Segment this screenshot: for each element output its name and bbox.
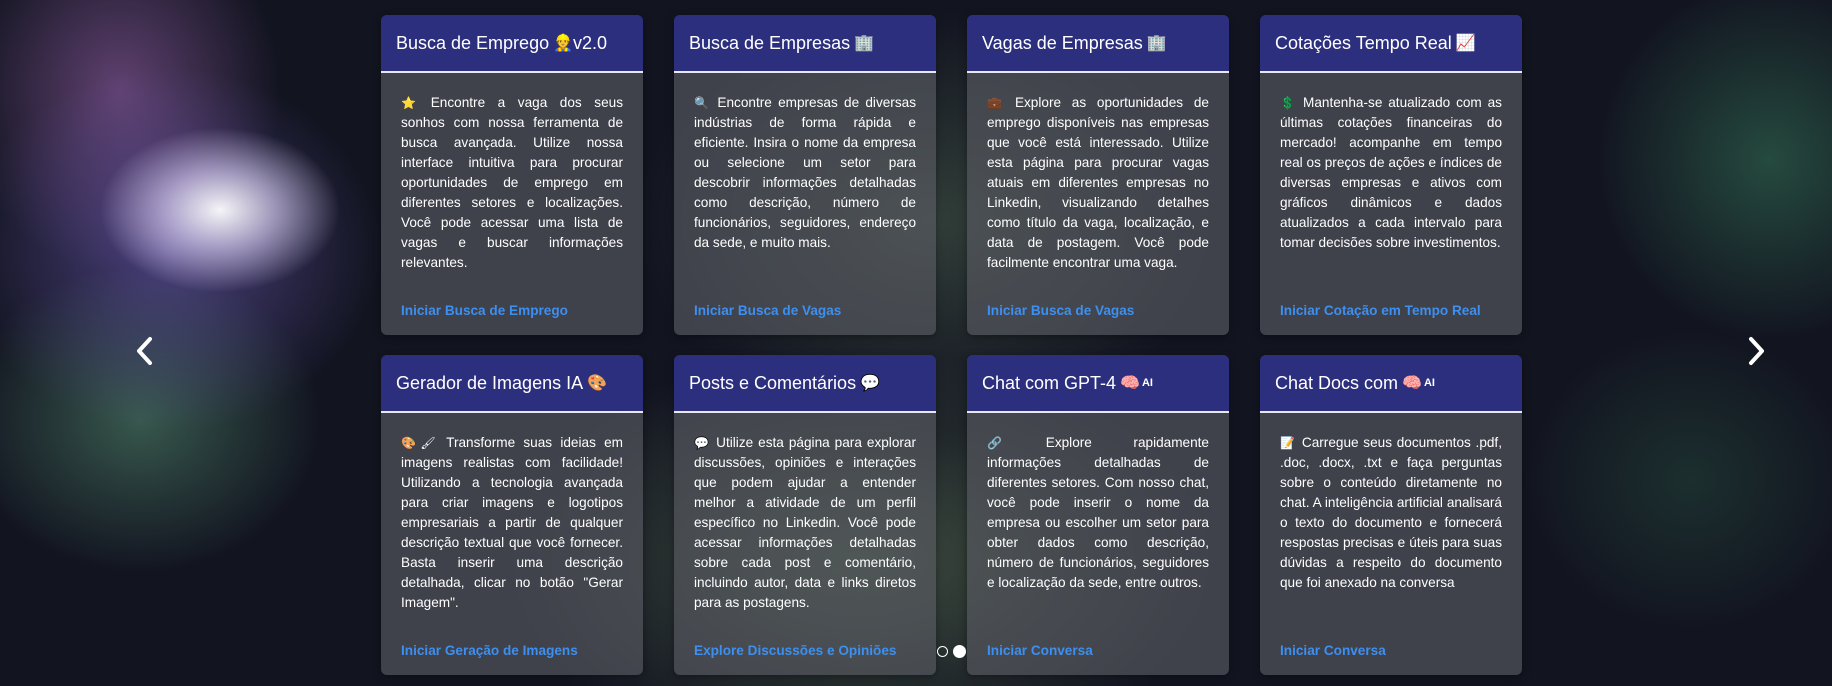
description-text: Utilize esta página para explorar discus… bbox=[694, 435, 916, 610]
start-quotes-link[interactable]: Iniciar Cotação em Tempo Real bbox=[1260, 301, 1522, 321]
card-chat-docs: Chat Docs com 🧠 AI 📝 Carregue seus document… bbox=[1260, 355, 1522, 675]
card-header: Busca de Emprego 👷 v2.0 bbox=[381, 15, 643, 73]
card-header: Chat com GPT-4 🧠 AI bbox=[967, 355, 1229, 413]
card-title: Busca de Empresas bbox=[689, 32, 851, 53]
speech-bubble-icon: 💬 bbox=[694, 436, 711, 450]
version-tag: v2.0 bbox=[573, 32, 608, 53]
card-company-jobs: Vagas de Empresas 🏢 💼 Explore as oportunid… bbox=[967, 15, 1229, 335]
dollar-icon: 💲 bbox=[1280, 96, 1298, 110]
card-description: 🔗 Explore rapidamente informações detalha… bbox=[967, 413, 1229, 641]
card-image-generator: Gerador de Imagens IA 🎨 🎨🖌 Transforme suas… bbox=[381, 355, 643, 675]
card-description: ⭐ Encontre a vaga dos seus sonhos com nos… bbox=[381, 73, 643, 301]
card-header: Vagas de Empresas 🏢 bbox=[967, 15, 1229, 73]
office-building-icon: 🏢 bbox=[854, 35, 874, 52]
start-docs-chat-link[interactable]: Iniciar Conversa bbox=[1260, 641, 1522, 661]
card-title: Gerador de Imagens IA bbox=[396, 372, 584, 393]
card-description: 💲 Mantenha-se atualizado com as últimas c… bbox=[1260, 73, 1522, 301]
description-text: Mantenha-se atualizado com as últimas co… bbox=[1280, 95, 1502, 250]
magnifier-icon: 🔍 bbox=[694, 96, 712, 110]
carousel-indicator-1[interactable] bbox=[937, 646, 948, 657]
card-header: Gerador de Imagens IA 🎨 bbox=[381, 355, 643, 413]
card-realtime-quotes: Cotações Tempo Real 📈 💲 Mantenha-se atuali… bbox=[1260, 15, 1522, 335]
carousel-indicator-2[interactable] bbox=[953, 645, 966, 658]
explore-discussions-link[interactable]: Explore Discussões e Opiniões bbox=[674, 641, 936, 661]
description-text: Explore as oportunidades de emprego disp… bbox=[987, 95, 1209, 270]
card-chat-gpt4: Chat com GPT-4 🧠 AI 🔗 Explore rapidamente i… bbox=[967, 355, 1229, 675]
ai-badge: AI bbox=[1423, 377, 1435, 389]
card-header: Cotações Tempo Real 📈 bbox=[1260, 15, 1522, 73]
speech-bubble-icon: 💬 bbox=[860, 375, 880, 392]
card-header: Busca de Empresas 🏢 bbox=[674, 15, 936, 73]
card-posts-comments: Posts e Comentários 💬 💬 Utilize esta págin… bbox=[674, 355, 936, 675]
description-text: Encontre a vaga dos seus sonhos com noss… bbox=[401, 95, 623, 270]
start-jobs-search-link[interactable]: Iniciar Busca de Vagas bbox=[967, 301, 1229, 321]
briefcase-icon: 💼 bbox=[987, 96, 1009, 110]
card-title: Busca de Emprego bbox=[396, 32, 550, 53]
memo-icon: 📝 bbox=[1280, 436, 1296, 450]
worker-icon: 👷 bbox=[553, 35, 574, 52]
card-job-search: Busca de Emprego 👷 v2.0 ⭐ Encontre a vaga d… bbox=[381, 15, 643, 335]
card-title: Vagas de Empresas bbox=[982, 32, 1143, 53]
carousel-next-button[interactable] bbox=[1741, 332, 1771, 370]
brain-icon: 🧠 bbox=[1120, 375, 1140, 392]
card-description: 📝 Carregue seus documentos .pdf, .doc, .d… bbox=[1260, 413, 1522, 641]
chevron-left-icon bbox=[137, 337, 152, 365]
chart-increasing-icon: 📈 bbox=[1455, 35, 1476, 52]
palette-brush-icon: 🎨🖌 bbox=[401, 436, 441, 450]
palette-icon: 🎨 bbox=[587, 375, 608, 392]
description-text: Carregue seus documentos .pdf, .doc, .do… bbox=[1280, 435, 1502, 590]
card-header: Chat Docs com 🧠 AI bbox=[1260, 355, 1522, 413]
description-text: Encontre empresas de diversas indústrias… bbox=[694, 95, 916, 250]
card-title: Posts e Comentários bbox=[689, 372, 857, 393]
card-title: Chat Docs com bbox=[1275, 372, 1399, 393]
start-company-search-link[interactable]: Iniciar Busca de Vagas bbox=[674, 301, 936, 321]
card-title: Cotações Tempo Real bbox=[1275, 32, 1452, 53]
star-icon: ⭐ bbox=[401, 96, 425, 110]
building-icon: 🏢 bbox=[1146, 35, 1167, 52]
card-description: 💼 Explore as oportunidades de emprego dis… bbox=[967, 73, 1229, 301]
carousel-indicators bbox=[937, 645, 966, 658]
card-title: Chat com GPT-4 bbox=[982, 372, 1117, 393]
card-description: 🔍 Encontre empresas de diversas indústria… bbox=[674, 73, 936, 301]
link-icon: 🔗 bbox=[987, 436, 1040, 450]
cards-grid: Busca de Emprego 👷 v2.0 ⭐ Encontre a vaga d… bbox=[381, 15, 1522, 675]
card-description: 💬 Utilize esta página para explorar discu… bbox=[674, 413, 936, 641]
brain-icon: 🧠 bbox=[1402, 375, 1422, 392]
start-image-generation-link[interactable]: Iniciar Geração de Imagens bbox=[381, 641, 643, 661]
start-job-search-link[interactable]: Iniciar Busca de Emprego bbox=[381, 301, 643, 321]
description-text: Transforme suas ideias em imagens realis… bbox=[401, 435, 624, 610]
start-chat-link[interactable]: Iniciar Conversa bbox=[967, 641, 1229, 661]
card-company-search: Busca de Empresas 🏢 🔍 Encontre empresas de… bbox=[674, 15, 936, 335]
carousel-prev-button[interactable] bbox=[130, 332, 160, 370]
card-description: 🎨🖌 Transforme suas ideias em imagens real… bbox=[381, 413, 643, 641]
description-text: Explore rapidamente informações detalhad… bbox=[987, 435, 1209, 590]
chevron-right-icon bbox=[1749, 337, 1764, 365]
card-header: Posts e Comentários 💬 bbox=[674, 355, 936, 413]
ai-badge: AI bbox=[1141, 377, 1153, 389]
